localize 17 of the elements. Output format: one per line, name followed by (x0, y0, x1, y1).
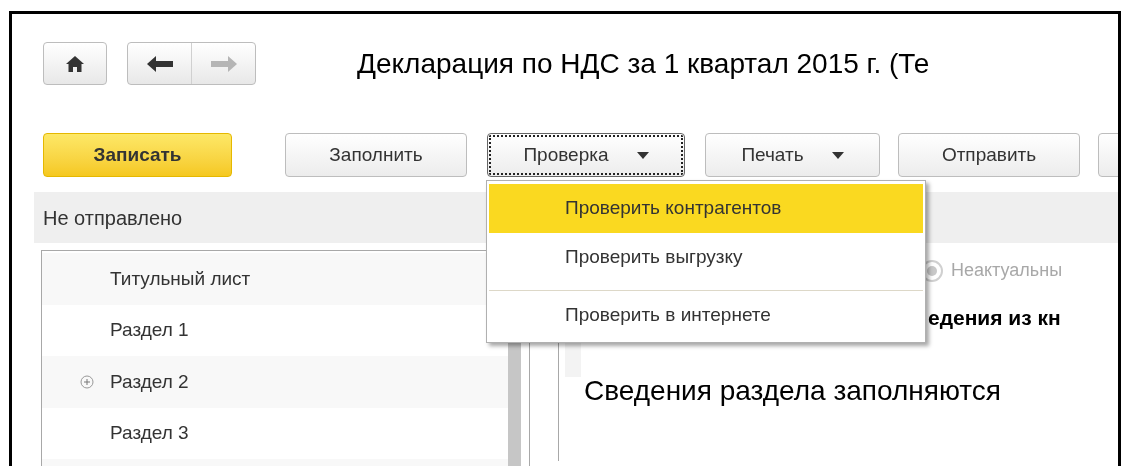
save-button[interactable]: Записать (43, 133, 232, 177)
section-text: Сведения раздела заполняются (584, 377, 1002, 405)
toolbar-button[interactable]: Заполнить (285, 133, 467, 177)
section-heading: едения из кн (928, 307, 1062, 328)
right-arrow-icon (210, 55, 237, 72)
dropdown-button[interactable]: Печать (705, 133, 880, 177)
home-button[interactable] (43, 42, 107, 85)
home-icon (66, 55, 84, 72)
menu-item[interactable]: Проверить контрагентов (489, 184, 923, 233)
caret-icon (636, 151, 649, 159)
left-arrow-icon (146, 55, 173, 72)
section-row[interactable]: Раздел 2 (42, 356, 508, 408)
expand-icon[interactable] (80, 375, 94, 390)
window-title: Декларация по НДС за 1 квартал 2015 г. (Те (357, 49, 930, 78)
dropdown-button[interactable]: Проверка (487, 133, 685, 177)
caret-icon (831, 151, 844, 159)
toolbar-button[interactable]: Отправить (898, 133, 1080, 177)
